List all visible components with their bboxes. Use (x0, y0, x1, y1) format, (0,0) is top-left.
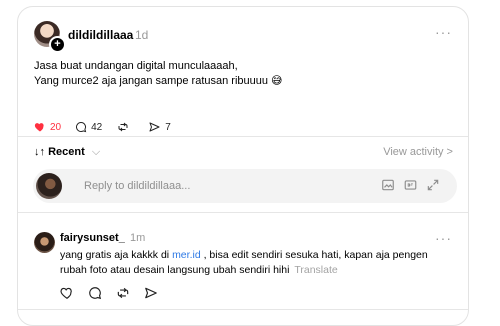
thread-card: + dildildillaaa 1d ··· Jasa buat undanga… (17, 6, 469, 326)
reply-tools (373, 178, 440, 192)
post-text-line-2: Yang murce2 aja jangan sampe ratusan rib… (34, 75, 283, 87)
post-text-line-1: Jasa buat undangan digital munculaaaah, (34, 60, 238, 72)
like-button[interactable]: 20 (34, 121, 61, 133)
sort-dropdown[interactable]: ↓↑ Recent ⌵ (34, 146, 100, 159)
comment-line-2: rubah foto atau desain langsung ubah sen… (60, 263, 455, 278)
repost-button[interactable] (116, 121, 134, 133)
translate-button[interactable]: Translate (294, 264, 337, 276)
current-user-avatar (36, 173, 62, 199)
image-icon[interactable] (381, 178, 395, 192)
share-icon[interactable] (144, 286, 158, 300)
divider (18, 309, 468, 310)
share-count: 7 (165, 121, 171, 133)
comment-text: yang gratis aja kakkk di mer.id , bisa e… (60, 248, 455, 278)
comment-count: 42 (91, 121, 103, 133)
comment-line-2-text: rubah foto atau desain langsung ubah sen… (60, 264, 290, 276)
share-button[interactable]: 7 (148, 121, 171, 133)
comment-icon (75, 121, 91, 133)
post-text: Jasa buat undangan digital munculaaaah, … (34, 59, 444, 89)
expand-icon[interactable] (426, 178, 440, 192)
divider (18, 136, 468, 137)
view-activity-link[interactable]: View activity > (383, 146, 453, 158)
sort-icon: ↓↑ (34, 146, 45, 158)
comment-button[interactable]: 42 (75, 121, 102, 133)
follow-plus-icon[interactable]: + (49, 36, 66, 53)
chevron-down-icon: ⌵ (91, 146, 101, 158)
heart-icon[interactable] (60, 286, 74, 300)
comment-actions (60, 286, 172, 300)
repost-icon (116, 121, 134, 133)
more-icon[interactable]: ··· (435, 230, 452, 246)
sort-label: Recent (48, 146, 85, 158)
post-time: 1d (135, 28, 149, 42)
comment-line-1: yang gratis aja kakkk di mer.id , bisa e… (60, 248, 455, 263)
repost-icon[interactable] (116, 286, 130, 300)
like-count: 20 (50, 121, 62, 133)
comment-text-after-link: , bisa edit sendiri sesuka hati, kapan a… (200, 249, 428, 261)
post-username[interactable]: dildildillaaa (68, 28, 133, 42)
post: + dildildillaaa 1d ··· Jasa buat undanga… (18, 7, 468, 142)
comment-avatar[interactable] (34, 232, 55, 253)
share-icon (148, 121, 165, 133)
divider (18, 212, 468, 213)
gif-icon[interactable] (403, 178, 418, 192)
heart-filled-icon (34, 121, 50, 133)
more-icon[interactable]: ··· (435, 24, 452, 40)
comment-icon[interactable] (88, 286, 102, 300)
comment-link[interactable]: mer.id (172, 249, 201, 261)
comment: fairysunset_ 1m ··· yang gratis aja kakk… (18, 218, 468, 318)
reply-input[interactable]: Reply to dildildillaaa... (33, 169, 457, 203)
comment-time: 1m (130, 232, 146, 244)
comment-username[interactable]: fairysunset_ (60, 232, 125, 244)
post-actions: 20 42 7 (34, 119, 185, 135)
reply-placeholder: Reply to dildildillaaa... (84, 180, 191, 192)
comment-text-before-link: yang gratis aja kakkk di (60, 249, 173, 261)
